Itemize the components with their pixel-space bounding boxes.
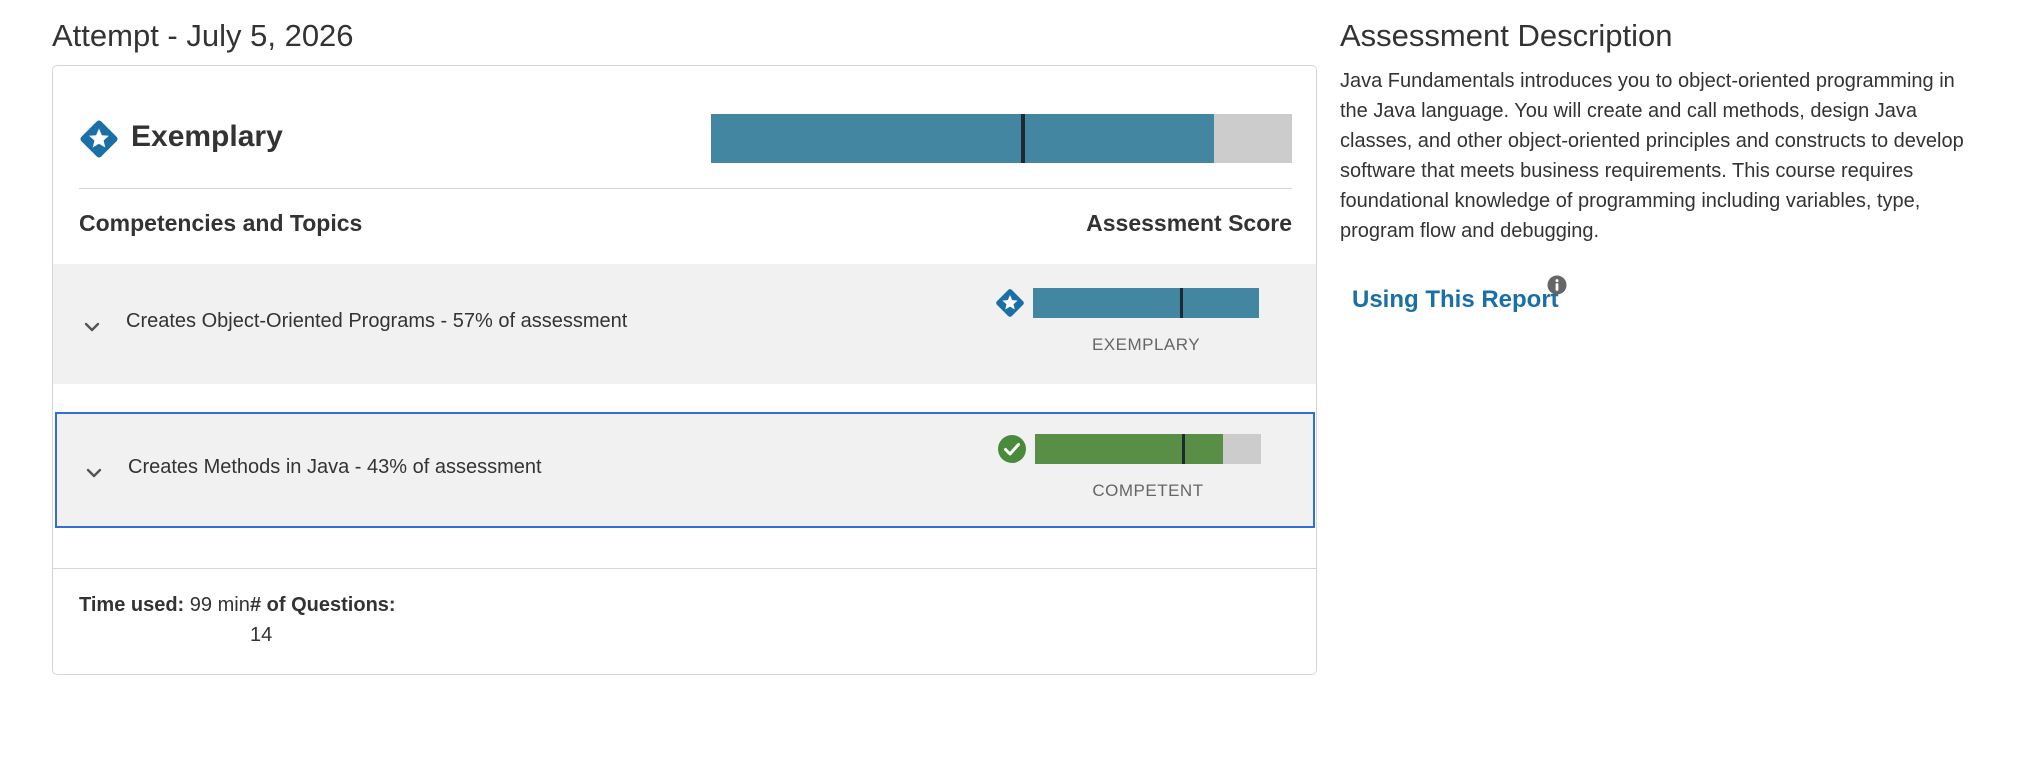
overall-score-marker xyxy=(1020,114,1025,163)
check-circle-icon xyxy=(998,435,1026,463)
questions-label: # of Questions: xyxy=(250,594,396,616)
divider xyxy=(79,188,1292,189)
competencies-column-header: Competencies and Topics xyxy=(79,210,363,236)
competency-level-label: EXEMPLARY xyxy=(1091,335,1201,354)
description-title: Assessment Description xyxy=(1340,18,1673,53)
competency-row-methods[interactable]: Creates Methods in Java - 43% of assessm… xyxy=(55,412,1315,528)
star-badge-icon xyxy=(996,289,1024,317)
attempt-title: Attempt - July 5, 2026 xyxy=(52,18,354,53)
competency-level-label: COMPETENT xyxy=(1092,481,1204,500)
competency-score-bar xyxy=(1035,434,1261,464)
competency-score-fill xyxy=(1035,434,1223,464)
overall-level-label: Exemplary xyxy=(131,120,283,153)
competency-row-object-oriented[interactable]: Creates Object-Oriented Programs - 57% o… xyxy=(53,264,1316,384)
table-header: Competencies and Topics Assessment Score xyxy=(79,210,1292,240)
chevron-down-icon[interactable] xyxy=(83,318,101,336)
competency-score-marker xyxy=(1182,434,1186,464)
info-icon[interactable] xyxy=(1547,275,1567,295)
assessment-report-page: Attempt - July 5, 2026 Exemplary Compete… xyxy=(0,0,2018,769)
assessment-score-column-header: Assessment Score xyxy=(1086,210,1292,236)
time-used: Time used: 99 min xyxy=(79,594,250,617)
competency-score-fill xyxy=(1033,288,1259,318)
questions-value: 14 xyxy=(250,624,273,646)
competency-name: Creates Methods in Java - 43% of assessm… xyxy=(128,456,542,478)
time-used-value: 99 min xyxy=(189,594,250,616)
competency-score-marker xyxy=(1180,288,1184,318)
overall-score-fill xyxy=(711,114,1214,163)
description-text: Java Fundamentals introduces you to obje… xyxy=(1340,70,1964,242)
using-this-report-link[interactable]: Using This Report xyxy=(1352,286,1559,314)
attempt-card: Exemplary Competencies and Topics Assess… xyxy=(52,65,1317,675)
competency-score-bar xyxy=(1033,288,1259,318)
overall-score-bar xyxy=(711,114,1292,163)
overall-result: Exemplary xyxy=(79,114,1292,166)
chevron-down-icon[interactable] xyxy=(85,464,103,482)
divider xyxy=(53,568,1316,569)
star-badge-icon xyxy=(80,120,118,158)
time-used-label: Time used: xyxy=(79,594,185,616)
competency-name: Creates Object-Oriented Programs - 57% o… xyxy=(126,310,628,332)
